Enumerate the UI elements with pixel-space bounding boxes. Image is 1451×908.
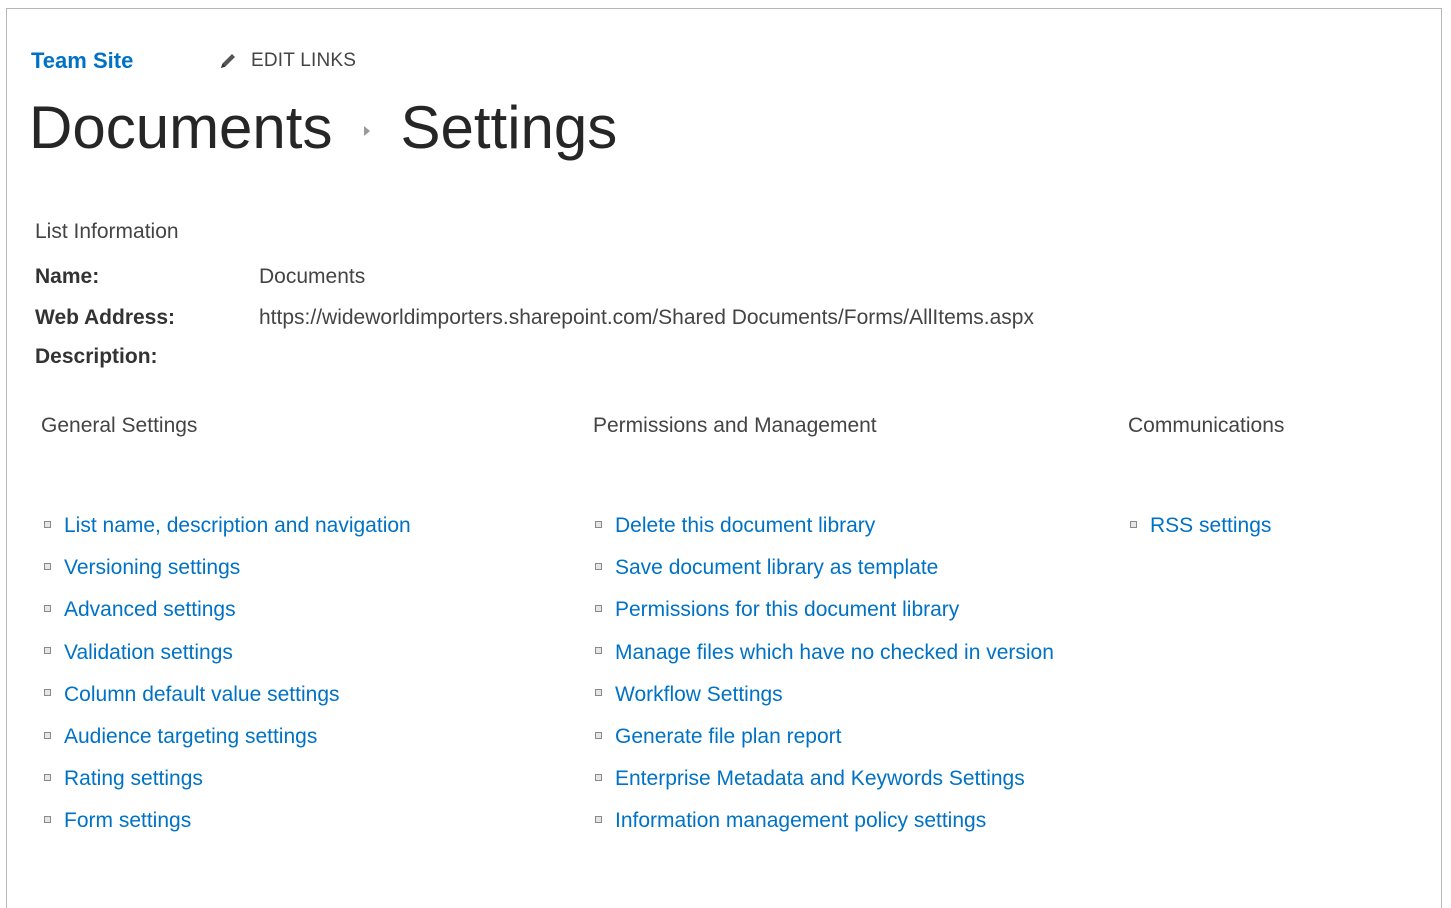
edit-links-button[interactable]: EDIT LINKS (217, 50, 356, 72)
link-column-default-value-settings[interactable]: Column default value settings (64, 683, 340, 707)
communications-heading: Communications (1128, 414, 1285, 437)
edit-links-label: EDIT LINKS (251, 50, 357, 71)
link-save-as-template[interactable]: Save document library as template (615, 556, 938, 580)
bullet-icon (44, 815, 51, 823)
list-item: Validation settings (44, 632, 411, 674)
list-item: Delete this document library (595, 505, 1054, 547)
list-item: Audience targeting settings (44, 716, 411, 758)
link-form-settings[interactable]: Form settings (64, 809, 191, 833)
bullet-icon (595, 520, 602, 528)
link-information-policy[interactable]: Information management policy settings (615, 809, 986, 833)
link-list-name-description-navigation[interactable]: List name, description and navigation (64, 514, 411, 538)
permissions-management-list: Delete this document library Save docume… (595, 505, 1054, 843)
page-title: Documents Settings (29, 92, 617, 164)
link-validation-settings[interactable]: Validation settings (64, 641, 233, 665)
link-versioning-settings[interactable]: Versioning settings (64, 556, 240, 580)
link-file-plan-report[interactable]: Generate file plan report (615, 725, 841, 749)
list-item: Save document library as template (595, 547, 1054, 589)
link-audience-targeting-settings[interactable]: Audience targeting settings (64, 725, 317, 749)
breadcrumb-separator-icon (364, 126, 371, 136)
link-delete-library[interactable]: Delete this document library (615, 514, 875, 538)
bullet-icon (595, 731, 602, 739)
web-address-label: Web Address: (35, 306, 176, 329)
list-item: Information management policy settings (595, 800, 1054, 842)
bullet-icon (595, 689, 602, 697)
bullet-icon (595, 562, 602, 570)
link-rss-settings[interactable]: RSS settings (1150, 514, 1271, 538)
permissions-management-heading: Permissions and Management (593, 414, 877, 437)
bullet-icon (595, 647, 602, 655)
list-item: Column default value settings (44, 674, 411, 716)
description-label: Description: (35, 345, 158, 368)
list-item: Advanced settings (44, 589, 411, 631)
link-rating-settings[interactable]: Rating settings (64, 767, 203, 791)
bullet-icon (44, 647, 51, 655)
list-item: Workflow Settings (595, 674, 1054, 716)
site-title-link[interactable]: Team Site (31, 48, 133, 74)
list-item: Manage files which have no checked in ve… (595, 632, 1054, 674)
list-item: Form settings (44, 800, 411, 842)
list-item: Permissions for this document library (595, 589, 1054, 631)
communications-list: RSS settings (1130, 505, 1271, 547)
list-information-heading: List Information (35, 220, 179, 243)
bullet-icon (595, 773, 602, 781)
list-item: List name, description and navigation (44, 505, 411, 547)
link-advanced-settings[interactable]: Advanced settings (64, 598, 236, 622)
bullet-icon (1130, 520, 1137, 528)
list-item: RSS settings (1130, 505, 1271, 547)
list-item: Enterprise Metadata and Keywords Setting… (595, 758, 1054, 800)
list-item: Versioning settings (44, 547, 411, 589)
bullet-icon (44, 562, 51, 570)
bullet-icon (44, 689, 51, 697)
pencil-icon (221, 54, 235, 68)
name-value: Documents (259, 265, 366, 288)
bullet-icon (44, 520, 51, 528)
bullet-icon (44, 604, 51, 612)
breadcrumb-library: Documents (29, 94, 333, 161)
link-manage-unchecked-files[interactable]: Manage files which have no checked in ve… (615, 641, 1054, 665)
bullet-icon (44, 731, 51, 739)
link-library-permissions[interactable]: Permissions for this document library (615, 598, 959, 622)
link-enterprise-metadata[interactable]: Enterprise Metadata and Keywords Setting… (615, 767, 1025, 791)
general-settings-heading: General Settings (41, 414, 198, 437)
list-item: Generate file plan report (595, 716, 1054, 758)
bullet-icon (595, 815, 602, 823)
web-address-value: https://wideworldimporters.sharepoint.co… (259, 306, 1034, 329)
list-item: Rating settings (44, 758, 411, 800)
bullet-icon (44, 773, 51, 781)
general-settings-list: List name, description and navigation Ve… (44, 505, 411, 843)
name-label: Name: (35, 265, 100, 288)
link-workflow-settings[interactable]: Workflow Settings (615, 683, 783, 707)
bullet-icon (595, 604, 602, 612)
breadcrumb-page: Settings (400, 94, 618, 161)
